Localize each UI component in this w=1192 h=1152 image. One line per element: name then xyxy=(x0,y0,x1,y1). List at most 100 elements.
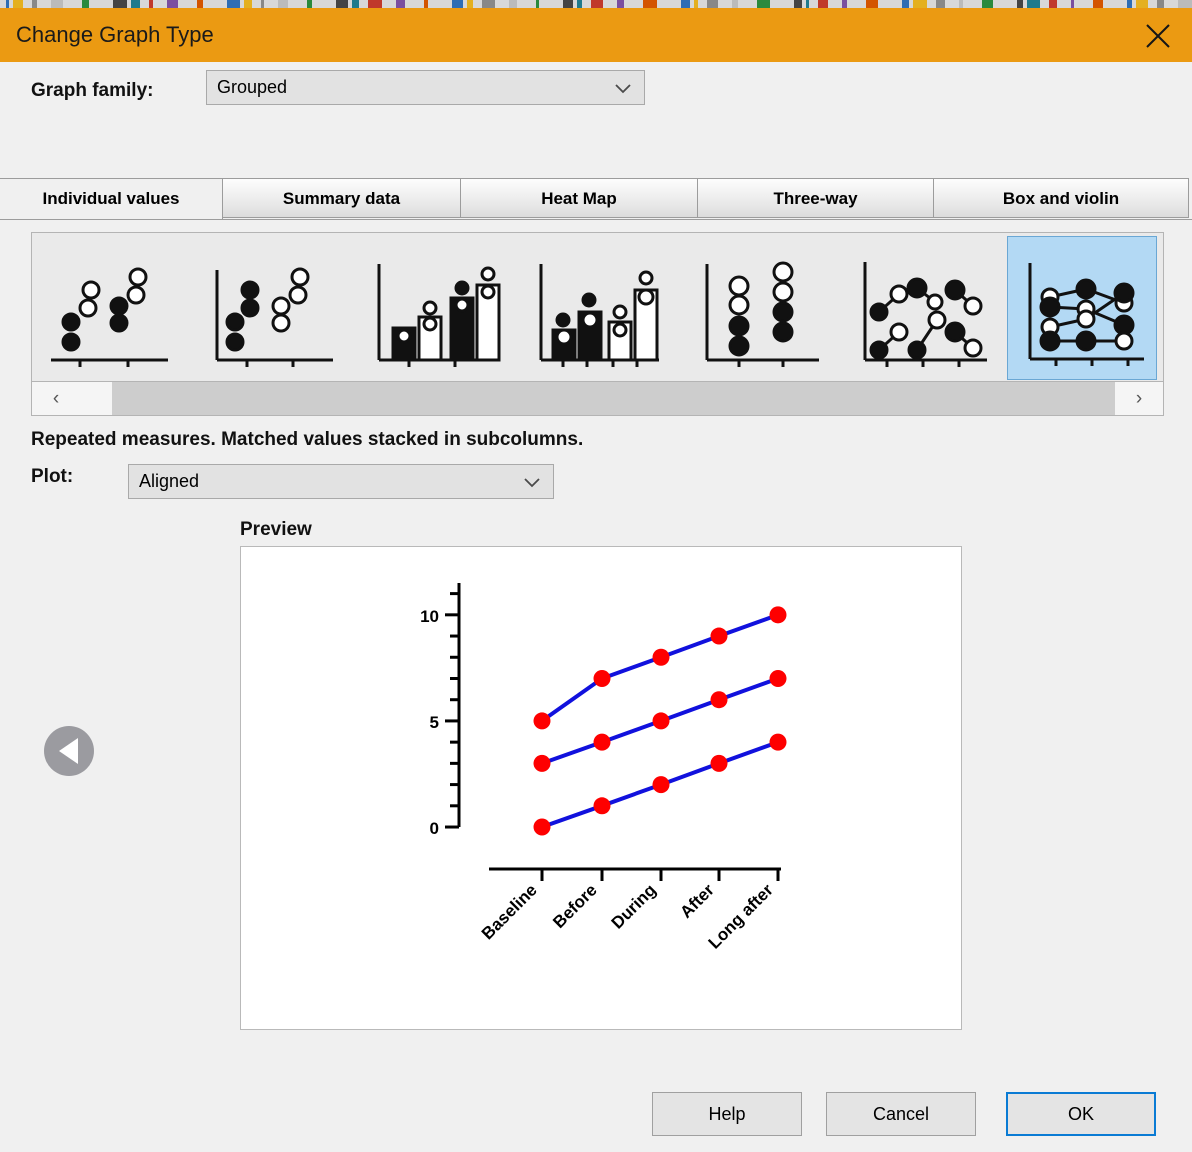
toolbar-icon-fragment xyxy=(707,0,718,8)
tab-three-way[interactable]: Three-way xyxy=(697,178,934,218)
toolbar-icon-fragment xyxy=(794,0,802,8)
toolbar-icon-fragment xyxy=(13,0,23,8)
data-point-marker xyxy=(533,712,551,730)
scrollbar-thumb[interactable] xyxy=(112,382,1115,415)
plot-value: Aligned xyxy=(139,471,200,491)
toolbar-icon-fragment xyxy=(452,0,463,8)
data-point-marker xyxy=(593,733,611,751)
toolbar-icon-fragment xyxy=(959,0,963,8)
toolbar-icon-fragment xyxy=(806,0,809,8)
dialog-titlebar: Change Graph Type xyxy=(0,8,1192,62)
toolbar-icon-fragment xyxy=(307,0,312,8)
toolbar-icon-fragment xyxy=(1049,0,1057,8)
toolbar-icon-fragment xyxy=(757,0,770,8)
tab-individual-values[interactable]: Individual values xyxy=(0,178,223,220)
toolbar-icon-fragment xyxy=(32,0,37,8)
graph-type-bar-with-individual-points-a[interactable] xyxy=(359,236,509,380)
toolbar-icon-fragment xyxy=(591,0,603,8)
toolbar-icon-fragment xyxy=(278,0,288,8)
toolbar-icon-fragment xyxy=(818,0,828,8)
graph-type-before-after-paired-segments[interactable] xyxy=(845,236,995,380)
plot-select[interactable]: Aligned xyxy=(128,464,554,499)
toolbar-icon-fragment xyxy=(167,0,178,8)
toolbar-icon-fragment xyxy=(149,0,153,8)
y-axis-tick-label: 0 xyxy=(430,819,439,838)
data-point-marker xyxy=(533,754,551,772)
close-icon[interactable] xyxy=(1132,17,1184,53)
toolbar-icon-fragment xyxy=(913,0,927,8)
triangle-left-icon xyxy=(59,738,78,764)
toolbar-icon-fragment xyxy=(113,0,127,8)
data-point-marker xyxy=(710,691,728,709)
toolbar-icon-fragment xyxy=(1093,0,1103,8)
data-point-marker xyxy=(710,754,728,772)
plot-label: Plot: xyxy=(31,466,74,487)
toolbar-icon-fragment xyxy=(1178,0,1192,8)
toolbar-icon-fragment xyxy=(227,0,240,8)
toolbar-icon-fragment xyxy=(467,0,473,8)
toolbar-icon-fragment xyxy=(509,0,517,8)
data-point-marker xyxy=(593,797,611,815)
tab-underline xyxy=(0,219,1192,220)
toolbar-icon-fragment xyxy=(424,0,428,8)
graph-type-scatter-dotplot-framed[interactable] xyxy=(197,236,347,380)
x-axis-tick-label: Long after xyxy=(705,880,777,952)
toolbar-icon-fragment xyxy=(1127,0,1132,8)
chevron-down-icon xyxy=(523,476,541,493)
graph-family-label: Graph family: xyxy=(31,80,154,101)
y-axis-tick-label: 5 xyxy=(430,713,439,732)
toolbar-icon-fragment xyxy=(1027,0,1040,8)
x-axis-tick-label: Baseline xyxy=(478,880,541,943)
toolbar-icon-fragment xyxy=(244,0,252,8)
graph-family-value: Grouped xyxy=(217,77,288,97)
tab-box-and-violin[interactable]: Box and violin xyxy=(933,178,1189,218)
chevron-right-icon[interactable]: › xyxy=(1115,382,1163,415)
graph-type-column-scatter-stacked[interactable] xyxy=(683,236,833,380)
toolbar-icon-fragment xyxy=(368,0,382,8)
series-line xyxy=(540,612,779,723)
data-point-marker xyxy=(769,669,787,687)
toolbar-icon-fragment xyxy=(261,0,264,8)
toolbar-icon-fragment xyxy=(936,0,945,8)
chevron-left-icon[interactable]: ‹ xyxy=(32,382,80,415)
preview-chart: 0 5 10 Baseline Before During After Long after xyxy=(240,546,962,1030)
toolbar-icon-fragment xyxy=(197,0,203,8)
graph-family-row: Graph family: Grouped xyxy=(0,62,1192,124)
tab-heat-map[interactable]: Heat Map xyxy=(460,178,698,218)
data-point-marker xyxy=(652,648,670,666)
toolbar-icon-fragment xyxy=(866,0,878,8)
help-button[interactable]: Help xyxy=(652,1092,802,1136)
dialog-title: Change Graph Type xyxy=(16,22,214,47)
graph-type-bar-with-individual-points-b[interactable] xyxy=(521,236,671,380)
toolbar-icon-fragment xyxy=(643,0,657,8)
toolbar-icon-fragment xyxy=(617,0,624,8)
toolbar-icon-fragment xyxy=(563,0,573,8)
cancel-button[interactable]: Cancel xyxy=(826,1092,976,1136)
graph-type-repeated-measures-aligned-lines[interactable] xyxy=(1007,236,1157,380)
x-axis-tick-label: After xyxy=(676,880,718,922)
toolbar-icon-fragment xyxy=(982,0,993,8)
x-axis-tick-label: During xyxy=(608,880,660,932)
toolbar-icon-fragment xyxy=(82,0,89,8)
graph-family-select[interactable]: Grouped xyxy=(206,70,645,105)
preview-label: Preview xyxy=(240,519,312,540)
gallery-scrollbar[interactable]: ‹ › xyxy=(31,381,1164,416)
tab-bar: Individual values Summary data Heat Map Thr… xyxy=(0,178,1192,220)
data-point-marker xyxy=(652,712,670,730)
graph-type-scatter-dotplot-no-axis[interactable] xyxy=(35,236,185,380)
background-toolbar-strip xyxy=(0,0,1192,8)
tab-summary-data[interactable]: Summary data xyxy=(222,178,461,218)
graph-type-gallery xyxy=(31,232,1164,384)
previous-page-button[interactable] xyxy=(44,726,94,776)
ok-button[interactable]: OK xyxy=(1006,1092,1156,1136)
toolbar-icon-fragment xyxy=(482,0,495,8)
x-axis-tick-label: Before xyxy=(549,880,601,932)
toolbar-icon-fragment xyxy=(131,0,140,8)
toolbar-icon-fragment xyxy=(902,0,909,8)
toolbar-icon-fragment xyxy=(1071,0,1074,8)
toolbar-icon-fragment xyxy=(396,0,405,8)
data-point-marker xyxy=(533,818,551,836)
change-graph-type-dialog: Change Graph Type Graph family: Grouped … xyxy=(0,8,1192,1152)
toolbar-icon-fragment xyxy=(51,0,63,8)
toolbar-icon-fragment xyxy=(842,0,847,8)
